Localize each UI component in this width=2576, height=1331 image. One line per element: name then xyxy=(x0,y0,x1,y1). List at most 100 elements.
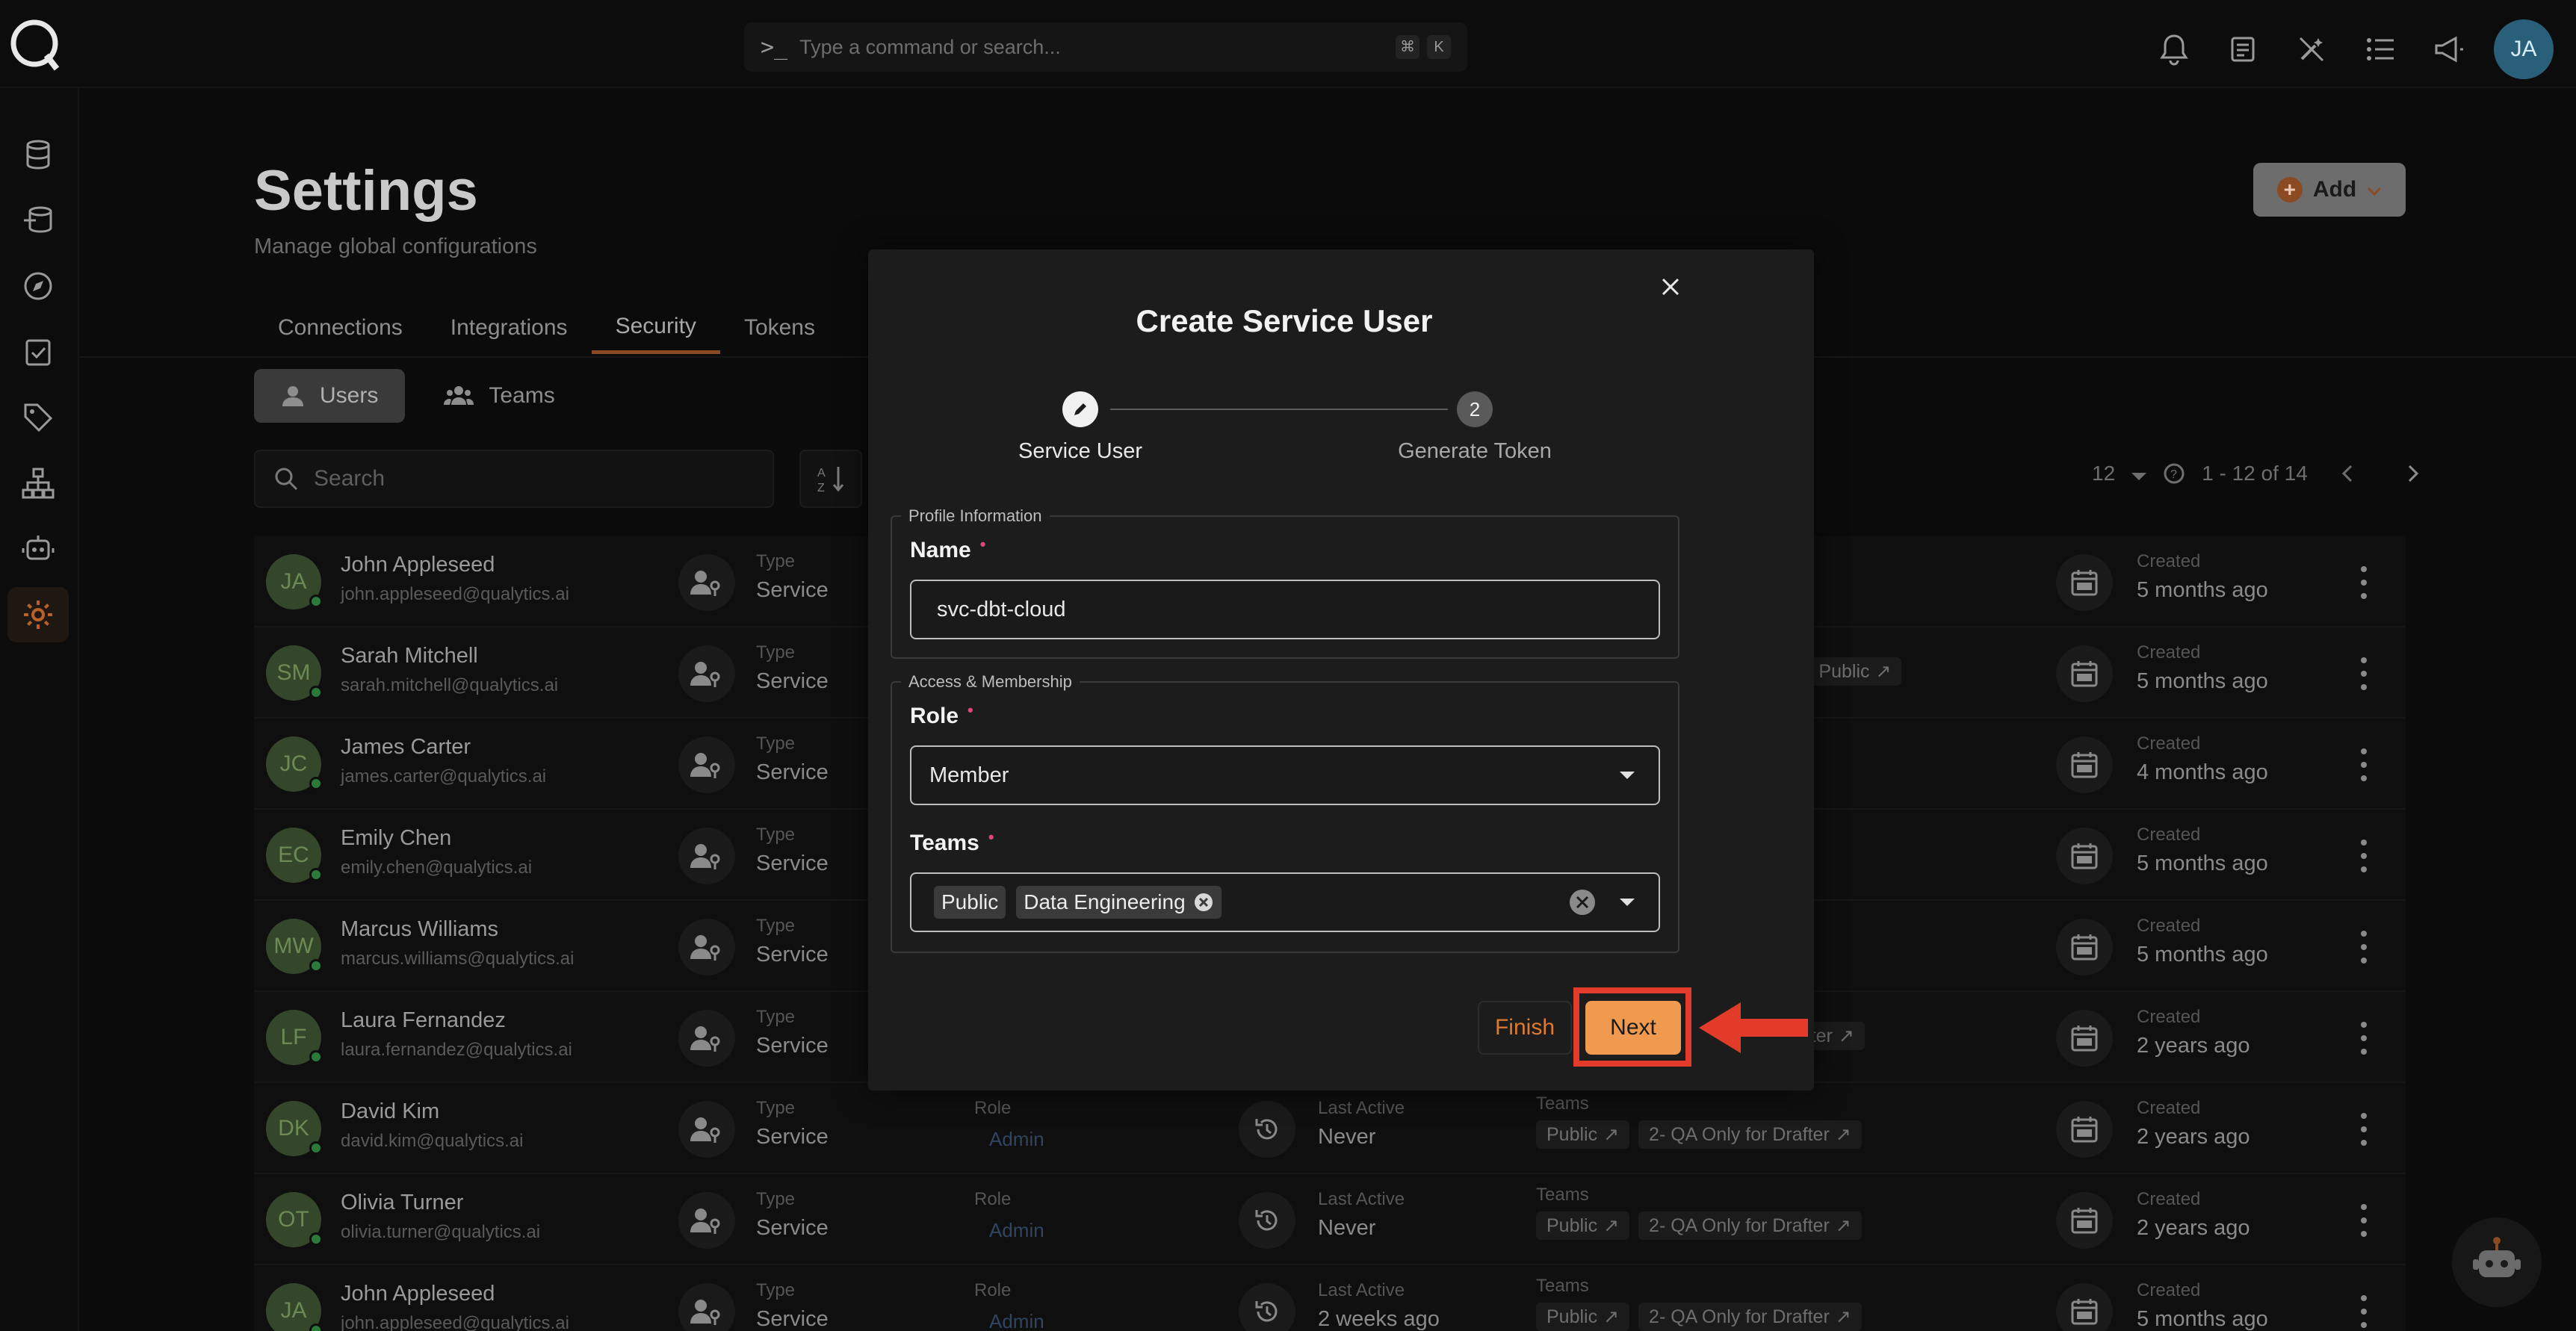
megaphone-icon[interactable] xyxy=(2415,25,2483,74)
next-button[interactable]: Next xyxy=(1585,1001,1681,1055)
user-name: John Appleseed xyxy=(341,553,495,577)
calendar-icon xyxy=(2056,1192,2113,1249)
more-options-icon[interactable] xyxy=(2356,840,2371,872)
notes-icon[interactable] xyxy=(2208,25,2277,74)
user-email: laura.fernandez@qualytics.ai xyxy=(341,1040,572,1060)
more-options-icon[interactable] xyxy=(2356,566,2371,599)
page-subtitle: Manage global configurations xyxy=(254,235,537,258)
created-value: 2 years ago xyxy=(2137,1034,2250,1058)
more-options-icon[interactable] xyxy=(2356,1295,2371,1328)
clear-all-icon[interactable] xyxy=(1567,887,1597,917)
magic-wand-off-icon[interactable] xyxy=(2277,25,2346,74)
created-label: Created xyxy=(2137,916,2201,936)
last-active-value: 2 weeks ago xyxy=(1318,1307,1440,1331)
online-status-dot xyxy=(309,595,323,608)
team-chip[interactable]: Public ↗ xyxy=(1808,657,1902,686)
role-label: Role xyxy=(974,1098,1012,1118)
tag-icon[interactable] xyxy=(7,390,69,445)
teams-label: Teams xyxy=(1536,1185,1589,1205)
team-chip[interactable]: Public ↗ xyxy=(1536,1120,1630,1149)
finish-button[interactable]: Finish xyxy=(1478,1001,1572,1055)
datastore-stack-icon[interactable] xyxy=(7,193,69,248)
last-active-label: Last Active xyxy=(1318,1098,1405,1118)
profile-information-legend: Profile Information xyxy=(908,506,1042,525)
type-value: Service xyxy=(756,578,829,602)
command-placeholder: Type a command or search... xyxy=(799,35,1061,58)
teams-label: Teams • xyxy=(910,828,994,855)
role-label: Role • xyxy=(910,701,973,728)
database-icon[interactable] xyxy=(7,127,69,182)
user-avatar[interactable]: JA xyxy=(2494,19,2554,79)
list-icon[interactable] xyxy=(2346,25,2415,74)
created-label: Created xyxy=(2137,1280,2201,1300)
online-status-dot xyxy=(309,1141,323,1155)
more-options-icon[interactable] xyxy=(2356,748,2371,781)
create-service-user-dialog xyxy=(868,249,1814,1090)
teams-multiselect[interactable]: Public Data Engineering xyxy=(910,872,1660,932)
step-1-label: Service User xyxy=(1018,439,1142,463)
online-status-dot xyxy=(309,1324,323,1331)
checklist-icon[interactable] xyxy=(7,324,69,379)
page-size-caret-icon[interactable] xyxy=(2131,462,2147,485)
next-page-icon[interactable] xyxy=(2403,462,2421,485)
qualytics-logo[interactable] xyxy=(7,16,63,72)
help-circle-icon[interactable]: ? xyxy=(2163,462,2185,485)
tab-integrations[interactable]: Integrations xyxy=(427,302,592,354)
user-email: olivia.turner@qualytics.ai xyxy=(341,1222,541,1242)
page-size-select[interactable]: 12 xyxy=(2092,462,2115,485)
team-chip[interactable]: 2- QA Only for Drafter ↗ xyxy=(1638,1303,1862,1331)
bell-icon[interactable] xyxy=(2140,25,2208,74)
table-row[interactable]: DK David Kim david.kim@qualytics.ai Type Ser… xyxy=(254,1083,2406,1174)
user-name: Sarah Mitchell xyxy=(341,644,478,668)
more-options-icon[interactable] xyxy=(2356,1204,2371,1237)
dropdown-caret-icon[interactable] xyxy=(1620,899,1635,906)
role-label: Role xyxy=(974,1189,1012,1209)
team-chip[interactable]: Public ↗ xyxy=(1536,1211,1630,1240)
settings-gear-icon[interactable] xyxy=(7,587,69,642)
team-chip[interactable]: Public ↗ xyxy=(1536,1303,1630,1331)
user-name: David Kim xyxy=(341,1099,440,1123)
name-input[interactable]: svc-dbt-cloud xyxy=(910,580,1660,639)
close-icon[interactable] xyxy=(1656,272,1685,302)
user-search-input[interactable]: Search xyxy=(254,450,774,508)
calendar-icon xyxy=(2056,1010,2113,1067)
calendar-icon xyxy=(2056,554,2113,611)
teams-segment[interactable]: Teams xyxy=(417,369,581,423)
type-label: Type xyxy=(756,733,796,754)
annotation-arrow-icon xyxy=(1699,1002,1808,1053)
team-chip[interactable]: 2- QA Only for Drafter ↗ xyxy=(1638,1211,1862,1240)
more-options-icon[interactable] xyxy=(2356,1022,2371,1055)
team-chip[interactable]: 2- QA Only for Drafter ↗ xyxy=(1638,1120,1862,1149)
tab-connections[interactable]: Connections xyxy=(254,302,427,354)
previous-page-icon[interactable] xyxy=(2339,462,2357,485)
add-button[interactable]: + Add xyxy=(2253,163,2406,217)
more-options-icon[interactable] xyxy=(2356,657,2371,690)
remove-chip-icon[interactable] xyxy=(1193,892,1214,913)
role-badge: Admin xyxy=(989,1219,1044,1241)
sort-button[interactable]: AZ xyxy=(799,450,862,508)
role-badge: Admin xyxy=(989,1310,1044,1331)
service-user-icon xyxy=(678,736,735,793)
robot-icon[interactable] xyxy=(7,521,69,577)
command-search[interactable]: >_ Type a command or search... ⌘ K xyxy=(744,22,1467,72)
team-icon xyxy=(444,386,474,405)
tab-tokens[interactable]: Tokens xyxy=(720,302,839,354)
assistant-bot-icon[interactable] xyxy=(2452,1217,2542,1307)
table-row[interactable]: OT Olivia Turner olivia.turner@qualytics.a… xyxy=(254,1174,2406,1265)
created-value: 4 months ago xyxy=(2137,760,2268,784)
shortcut-k-key: K xyxy=(1427,35,1451,59)
table-row[interactable]: JA John Appleseed john.appleseed@qualytics… xyxy=(254,1265,2406,1331)
hierarchy-icon[interactable] xyxy=(7,456,69,511)
created-value: 5 months ago xyxy=(2137,578,2268,602)
tab-security[interactable]: Security xyxy=(591,302,720,354)
created-label: Created xyxy=(2137,1007,2201,1027)
more-options-icon[interactable] xyxy=(2356,1113,2371,1146)
role-select[interactable]: Member xyxy=(910,745,1660,805)
type-value: Service xyxy=(756,851,829,875)
created-label: Created xyxy=(2137,1098,2201,1118)
shortcut-mod-key: ⌘ xyxy=(1396,35,1419,59)
more-options-icon[interactable] xyxy=(2356,931,2371,964)
compass-icon[interactable] xyxy=(7,258,69,314)
type-value: Service xyxy=(756,1034,829,1058)
users-segment[interactable]: Users xyxy=(254,369,406,423)
